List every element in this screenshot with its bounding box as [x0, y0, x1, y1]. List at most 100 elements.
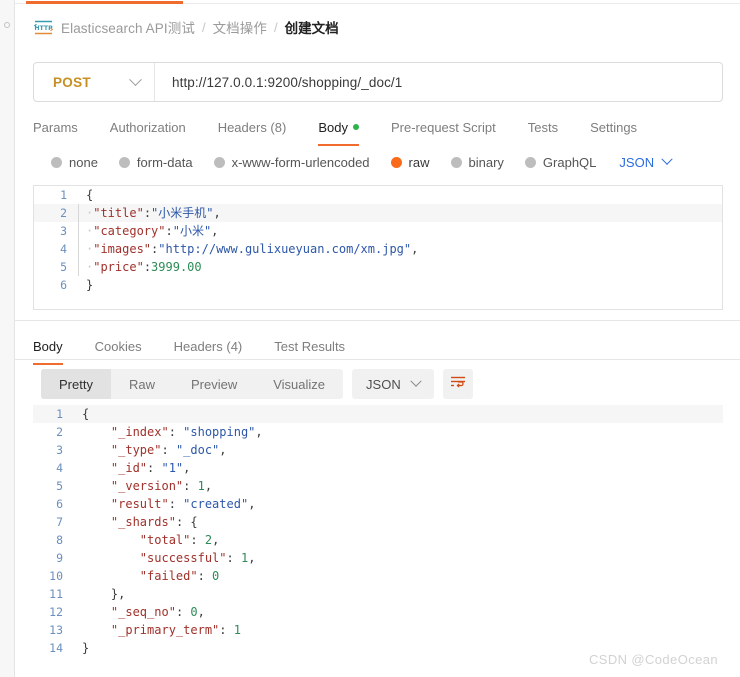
body-type-none[interactable]: none — [51, 155, 98, 170]
code-line: 10 "failed": 0 — [33, 567, 723, 585]
body-type-label: GraphQL — [542, 154, 597, 170]
http-method-select[interactable]: POST — [34, 63, 154, 101]
breadcrumb-item-0[interactable]: Elasticsearch API测试 — [61, 17, 195, 37]
request-tab-body[interactable]: Body — [302, 114, 375, 146]
body-type-graphql[interactable]: GraphQL — [524, 154, 597, 170]
code-line: 2 "_index": "shopping", — [33, 423, 723, 441]
view-mode-visualize[interactable]: Visualize — [255, 369, 343, 399]
wrap-lines-button[interactable] — [442, 369, 473, 399]
code-left-pad — [75, 621, 82, 639]
line-number: 5 — [60, 260, 67, 274]
request-tab-headers-8[interactable]: Headers (8) — [202, 114, 303, 140]
indent-guide — [78, 186, 79, 204]
response-tab-test-results[interactable]: Test Results — [258, 333, 361, 359]
response-tab-label: Cookies — [94, 338, 142, 354]
chevron-down-icon — [129, 72, 142, 86]
code-line: 4 "_id": "1", — [33, 459, 723, 477]
request-tab-label: Headers (8) — [217, 119, 287, 135]
breadcrumb-separator: / — [201, 19, 206, 35]
code-text: { — [86, 188, 94, 202]
body-type-x-www-form-urlencoded[interactable]: x-www-form-urlencoded — [213, 154, 370, 170]
request-tab-authorization[interactable]: Authorization — [94, 114, 202, 140]
code-text: "_id": "1", — [110, 461, 191, 475]
line-number: 4 — [56, 461, 63, 475]
code-text: "_type": "_doc", — [110, 443, 227, 457]
radio-icon — [450, 156, 462, 168]
code-text: "successful": 1, — [139, 551, 256, 565]
body-type-binary[interactable]: binary — [450, 154, 504, 170]
line-number: 14 — [49, 641, 63, 655]
body-type-label: binary — [468, 154, 504, 170]
request-body-editor[interactable]: 1{2 ·"title":"小米手机", 3 ·"category":"小米", 4 ·"… — [33, 185, 723, 310]
line-number: 1 — [56, 407, 63, 421]
indent-guide — [78, 240, 79, 258]
code-left-pad — [75, 513, 82, 531]
code-text: ·"images":"http://www.gulixueyuan.com/xm… — [86, 242, 419, 256]
code-line: 3 "_type": "_doc", — [33, 441, 723, 459]
response-divider — [15, 359, 740, 360]
breadcrumb-item-1[interactable]: 文档操作 — [213, 17, 267, 37]
view-mode-preview[interactable]: Preview — [173, 369, 255, 399]
request-tab-settings[interactable]: Settings — [574, 114, 653, 140]
http-method-label: POST — [53, 74, 91, 90]
code-text: "_shards": { — [110, 515, 198, 529]
line-number: 1 — [60, 188, 67, 202]
postman-window: HTTP Elasticsearch API测试 / 文档操作 / 创建文档 P… — [0, 0, 740, 677]
code-text: }, — [82, 587, 126, 601]
request-tab-params[interactable]: Params — [33, 114, 94, 140]
code-text: ·"price":3999.00 — [86, 260, 202, 274]
breadcrumb-separator: / — [273, 19, 278, 35]
code-left-pad — [75, 531, 82, 549]
code-line: 9 "successful": 1, — [33, 549, 723, 567]
line-number: 7 — [56, 515, 63, 529]
code-text: "total": 2, — [139, 533, 220, 547]
request-url-bar: POST http://127.0.0.1:9200/shopping/_doc… — [33, 62, 723, 102]
radio-icon — [390, 156, 402, 168]
request-tab-label: Authorization — [109, 119, 186, 135]
request-tab-pre-request-script[interactable]: Pre-request Script — [375, 114, 512, 140]
code-left-pad — [75, 603, 82, 621]
code-left-pad — [75, 441, 82, 459]
svg-text:HTTP: HTTP — [34, 25, 53, 32]
view-mode-pretty[interactable]: Pretty — [41, 369, 111, 399]
code-line: 6} — [34, 276, 722, 294]
code-line: 5 "_version": 1, — [33, 477, 723, 495]
line-number: 3 — [56, 443, 63, 457]
body-type-label: none — [69, 154, 98, 170]
request-format-select[interactable]: JSON — [619, 153, 673, 170]
code-left-pad — [75, 423, 82, 441]
left-rail — [0, 0, 15, 677]
response-tab-label: Headers (4) — [173, 338, 243, 354]
code-left-pad — [75, 567, 82, 585]
code-text: "_seq_no": 0, — [110, 605, 205, 619]
response-tab-body[interactable]: Body — [33, 333, 79, 365]
body-type-raw[interactable]: raw — [390, 154, 430, 170]
code-text: "_primary_term": 1 — [110, 623, 241, 637]
body-type-form-data[interactable]: form-data — [118, 155, 193, 170]
code-text: "result": "created", — [110, 497, 256, 511]
view-mode-raw[interactable]: Raw — [111, 369, 173, 399]
body-type-label: raw — [408, 154, 430, 170]
response-tab-label: Test Results — [274, 338, 346, 354]
code-text: "_version": 1, — [110, 479, 213, 493]
response-tab-cookies[interactable]: Cookies — [79, 333, 158, 359]
line-number: 5 — [56, 479, 63, 493]
line-number: 6 — [56, 497, 63, 511]
request-tab-label: Params — [33, 119, 78, 135]
code-text: } — [82, 641, 90, 655]
response-tab-headers-4[interactable]: Headers (4) — [158, 333, 259, 359]
code-text: "_index": "shopping", — [110, 425, 263, 439]
request-tab-tests[interactable]: Tests — [512, 114, 574, 140]
request-url-input[interactable]: http://127.0.0.1:9200/shopping/_doc/1 — [155, 75, 722, 90]
response-format-select[interactable]: JSON — [352, 369, 434, 399]
code-left-pad — [75, 639, 82, 657]
radio-icon — [524, 156, 536, 168]
code-line: 4 ·"images":"http://www.gulixueyuan.com/x… — [34, 240, 722, 258]
radio-icon — [51, 156, 62, 168]
response-body-viewer[interactable]: 1{2 "_index": "shopping", 3 "_type": "_do… — [33, 405, 723, 660]
code-text: "failed": 0 — [139, 569, 220, 583]
code-left-pad — [75, 495, 82, 513]
code-left-pad — [75, 549, 82, 567]
code-text: ·"title":"小米手机", — [86, 206, 221, 220]
body-type-label: x-www-form-urlencoded — [231, 154, 370, 170]
